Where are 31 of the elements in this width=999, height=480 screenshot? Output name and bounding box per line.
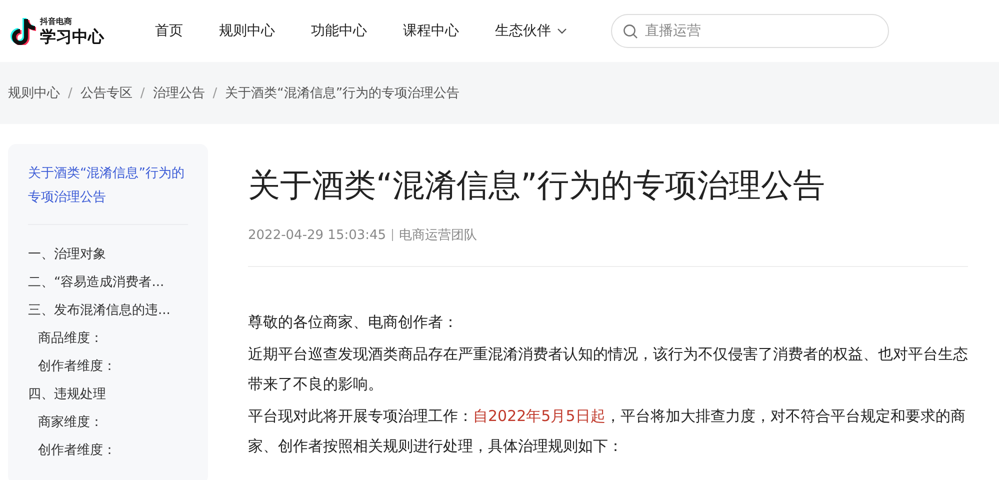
breadcrumb-link[interactable]: 治理公告 [152, 84, 205, 102]
breadcrumb-separator: / [68, 86, 72, 100]
toc-link[interactable]: 一、治理对象 [28, 241, 188, 269]
logo-subtitle: 抖音电商 [40, 18, 73, 26]
nav-link[interactable]: 首页 [155, 22, 183, 40]
toc-sublink[interactable]: 商家维度： [28, 409, 188, 437]
music-note-logo-icon [10, 17, 36, 45]
toc-link[interactable]: 二、“容易造成消费者... [28, 269, 188, 297]
toc-sublink[interactable]: 创作者维度： [28, 437, 188, 465]
nav-link[interactable]: 规则中心 [219, 22, 275, 40]
article-paragraph: 尊敬的各位商家、电商创作者： [248, 312, 459, 333]
breadcrumb-separator: / [212, 86, 218, 100]
article-paragraph: 平台现对此将开展专项治理工作：自2022年5月5日起，平台将加大排查力度，对不符合平台规定和要求的商家、创作者按照相关规则进行处理，具体治理规则如下： [248, 406, 966, 457]
toc-title-link[interactable]: 关于酒类“混淆信息”行为的专项治理公告 [28, 162, 188, 225]
breadcrumb-separator: / [140, 86, 145, 100]
breadcrumb-link[interactable]: 公告专区 [80, 84, 132, 102]
nav-link[interactable]: 功能中心 [311, 22, 367, 40]
author-name: 电商运营团队 [399, 227, 478, 244]
logo-title: 学习中心 [40, 28, 104, 44]
breadcrumb-link[interactable]: 关于酒类“混淆信息”行为的专项治理公告 [225, 84, 460, 102]
article-title: 关于酒类“混淆信息”行为的专项治理公告 [248, 165, 826, 206]
publish-date: 2022-04-29 15:03:45 [248, 228, 386, 242]
search-field[interactable]: 直播运营 [611, 14, 889, 48]
article-paragraph: 近期平台巡查发现酒类商品存在严重混淆消费者认知的情况，该行为不仅侵害了消费者的权益、也对平台生态带来了不良的影响。 [248, 344, 968, 395]
toc-link[interactable]: 四、违规处理 [28, 381, 188, 409]
toc-link[interactable]: 三、发布混淆信息的违... [28, 297, 188, 325]
toc-sublink[interactable]: 创作者维度： [28, 353, 188, 381]
toc-sublink[interactable]: 商品维度： [28, 325, 188, 353]
breadcrumb-link[interactable]: 规则中心 [8, 84, 60, 102]
nav-link[interactable]: 生态伙伴 [495, 22, 567, 40]
nav-link[interactable]: 课程中心 [403, 22, 459, 40]
